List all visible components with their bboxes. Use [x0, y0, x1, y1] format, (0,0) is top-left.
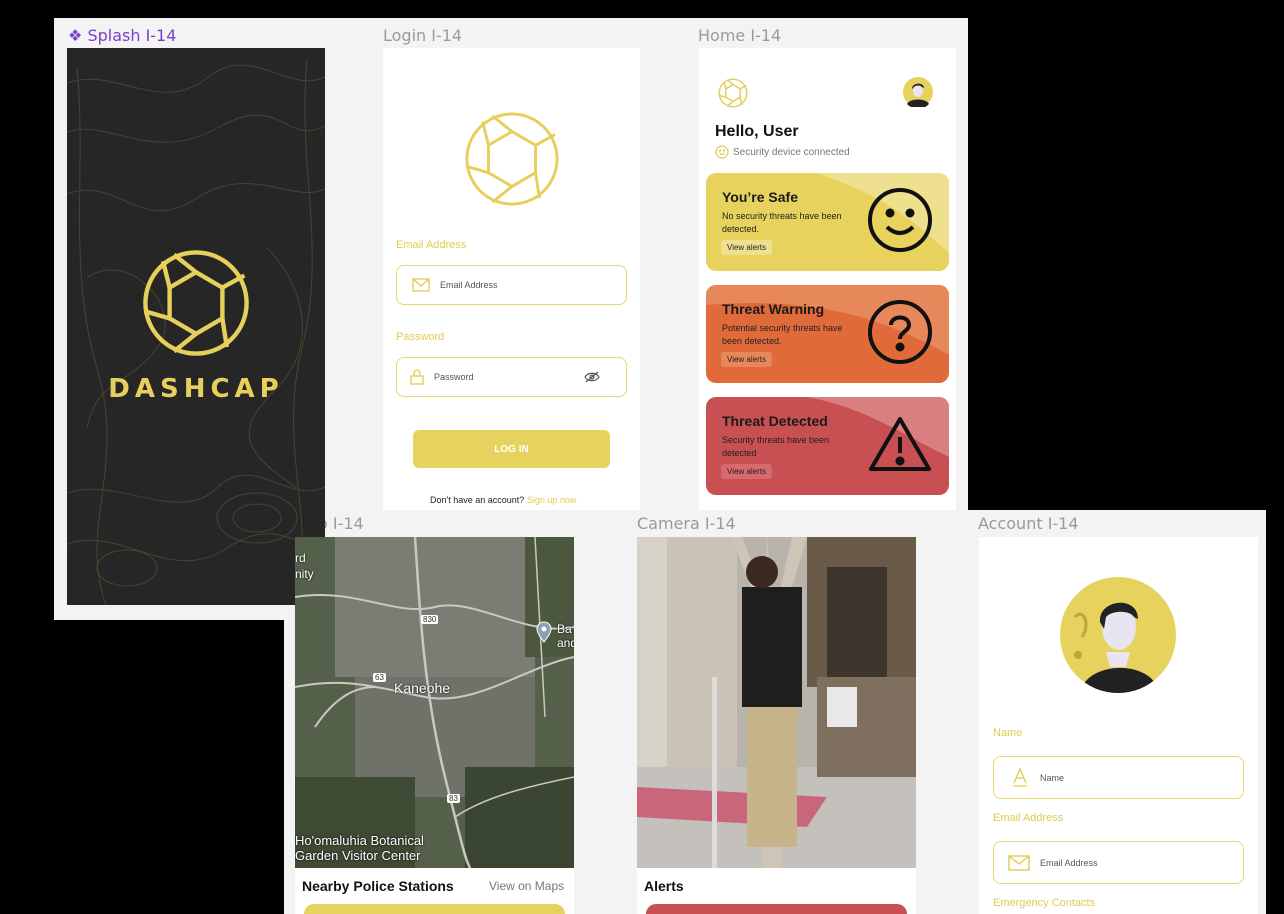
lock-icon	[410, 369, 424, 385]
envelope-icon	[1008, 854, 1030, 871]
threat-status-card[interactable]: Threat Detected Security threats have be…	[706, 397, 949, 495]
question-mark-icon	[868, 300, 932, 364]
view-alerts-button[interactable]: View alerts	[721, 240, 772, 255]
name-field[interactable]: Name	[993, 756, 1244, 799]
warning-status-card[interactable]: Threat Warning Potential security threat…	[706, 285, 949, 383]
card-description: No security threats have been detected.	[722, 211, 842, 234]
map-pin-icon[interactable]	[536, 621, 552, 643]
road-shield: 83	[447, 794, 460, 803]
emergency-contacts-label: Emergency Contacts	[993, 897, 1096, 909]
view-alerts-button[interactable]: View alerts	[721, 464, 772, 479]
name-label: Name	[993, 727, 1023, 739]
splash-screen[interactable]: DASHCAP	[67, 48, 325, 605]
avatar[interactable]	[903, 77, 933, 107]
road-shield: 830	[421, 615, 439, 624]
login-screen[interactable]: Email Address Email Address Password Pas…	[383, 48, 640, 510]
map-place-label: Garden Visitor Center	[295, 848, 421, 863]
camera-feed[interactable]	[637, 537, 916, 868]
map-screen[interactable]: Kaneohe rd nity Ba and Ho'omaluhia Botan…	[295, 537, 574, 914]
map-place-label: Ho'omaluhia Botanical	[295, 833, 424, 848]
card-description: Security threats have been detected	[722, 435, 830, 458]
map-edge-label: and	[557, 636, 574, 650]
password-label: Password	[396, 331, 445, 343]
nearby-police-heading: Nearby Police Stations	[302, 878, 454, 894]
map-place-label: Kaneohe	[394, 680, 451, 696]
frame-label-splash[interactable]: ❖ Splash I-14	[68, 26, 176, 45]
email-placeholder: Email Address	[440, 280, 498, 290]
alerts-heading: Alerts	[644, 878, 684, 894]
envelope-icon	[412, 278, 430, 292]
greeting-heading: Hello, User	[715, 123, 799, 140]
email-field[interactable]: Email Address	[993, 841, 1244, 884]
profile-avatar[interactable]	[1060, 577, 1176, 693]
signup-prompt: Don't have an account? Sign up now	[430, 495, 576, 505]
alert-card[interactable]	[646, 904, 907, 914]
aperture-logo-icon	[718, 78, 748, 108]
view-alerts-button[interactable]: View alerts	[721, 352, 772, 367]
view-on-maps-link[interactable]: View on Maps	[489, 879, 564, 893]
frame-label-login[interactable]: Login I-14	[383, 26, 462, 45]
frame-label-account[interactable]: Account I-14	[978, 514, 1079, 533]
camera-screen[interactable]: Alerts	[637, 537, 916, 914]
email-label: Email Address	[993, 812, 1064, 824]
device-status-text: Security device connected	[733, 146, 850, 158]
warning-triangle-icon	[869, 417, 931, 471]
card-title: Threat Detected	[722, 413, 828, 429]
frame-label-camera[interactable]: Camera I-14	[637, 514, 736, 533]
satellite-map[interactable]: Kaneohe rd nity Ba and Ho'omaluhia Botan…	[295, 537, 574, 868]
map-edge-label: Ba	[557, 622, 572, 636]
email-placeholder: Email Address	[1040, 857, 1098, 868]
password-placeholder: Password	[434, 372, 474, 382]
police-station-card[interactable]	[304, 904, 565, 914]
aperture-logo-icon	[465, 112, 559, 206]
email-label: Email Address	[396, 239, 467, 251]
name-placeholder: Name	[1040, 772, 1065, 783]
aperture-logo-icon	[143, 250, 249, 356]
frame-label-home[interactable]: Home I-14	[698, 26, 781, 45]
component-icon: ❖	[68, 26, 83, 45]
signup-link[interactable]: Sign up now	[527, 495, 577, 505]
map-edge-label: nity	[295, 567, 314, 581]
card-title: You’re Safe	[722, 189, 798, 205]
road-shield: 63	[373, 673, 386, 682]
map-terrain	[295, 537, 574, 868]
login-button[interactable]: LOG IN	[413, 430, 610, 468]
no-account-text: Don't have an account?	[430, 495, 525, 505]
password-field[interactable]: Password	[396, 357, 627, 397]
map-edge-label: rd	[295, 551, 306, 565]
card-title: Threat Warning	[722, 301, 825, 317]
smiley-icon	[715, 145, 729, 159]
account-screen[interactable]: Name Name Email Address Email Address Em…	[979, 537, 1258, 914]
happy-face-icon	[868, 188, 932, 252]
device-status: Security device connected	[715, 145, 850, 159]
email-field[interactable]: Email Address	[396, 265, 627, 305]
safe-status-card[interactable]: You’re Safe No security threats have bee…	[706, 173, 949, 271]
brand-wordmark: DASHCAP	[108, 374, 284, 404]
eye-off-icon[interactable]	[584, 371, 600, 383]
card-description: Potential security threats have been det…	[722, 323, 843, 346]
home-screen[interactable]: Hello, User Security device connected Yo…	[699, 48, 956, 510]
camera-feed-image	[637, 537, 916, 868]
name-icon	[1013, 767, 1027, 787]
